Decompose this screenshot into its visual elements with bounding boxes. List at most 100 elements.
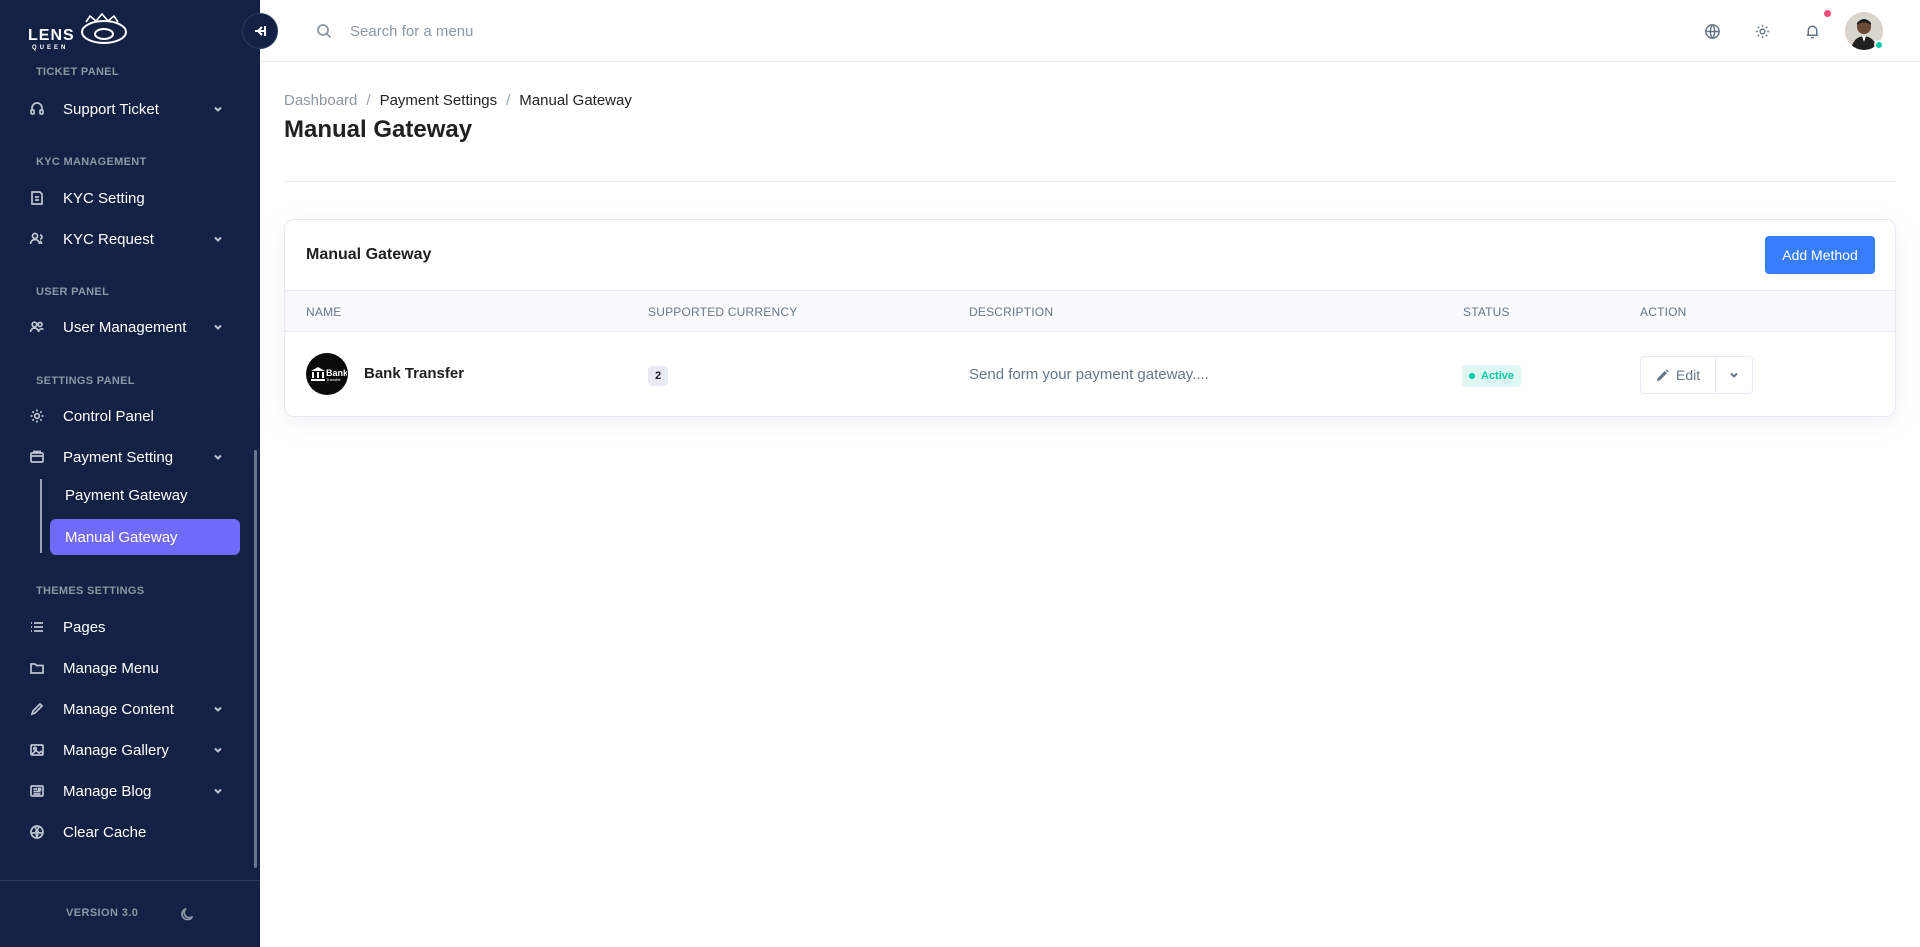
sidebar-item-manage-gallery[interactable]: Manage Gallery bbox=[28, 735, 228, 765]
notification-dot bbox=[1824, 10, 1831, 17]
sidebar-item-manage-content[interactable]: Manage Content bbox=[28, 694, 228, 724]
sidebar-item-label: Manage Menu bbox=[63, 659, 159, 677]
sidebar-item-manage-menu[interactable]: Manage Menu bbox=[28, 653, 228, 683]
headset-icon bbox=[28, 100, 46, 118]
sidebar-item-label: Clear Cache bbox=[63, 823, 147, 841]
method-description: Send form your payment gateway.... bbox=[969, 366, 1209, 383]
table-row: Bank Transfer Bank Transfer 2 Send form … bbox=[285, 332, 1895, 416]
edit-button-label: Edit bbox=[1676, 367, 1701, 383]
column-header-name: NAME bbox=[306, 305, 342, 319]
action-button-group: Edit bbox=[1640, 356, 1754, 394]
newspaper-icon bbox=[28, 782, 46, 800]
breadcrumb-manual-gateway: Manual Gateway bbox=[519, 92, 632, 109]
column-header-description: DESCRIPTION bbox=[969, 305, 1054, 319]
sidebar-item-user-management[interactable]: User Management bbox=[28, 312, 228, 342]
sidebar-item-label: KYC Setting bbox=[63, 189, 145, 207]
sidebar-item-label: Manage Blog bbox=[63, 782, 152, 800]
currency-count-badge: 2 bbox=[648, 366, 668, 386]
column-header-supported-currency: SUPPORTED CURRENCY bbox=[648, 305, 798, 319]
chevron-down-icon bbox=[1730, 372, 1738, 378]
action-dropdown-toggle[interactable] bbox=[1716, 357, 1752, 393]
radiation-icon bbox=[28, 823, 46, 841]
sidebar-item-label: Control Panel bbox=[63, 407, 154, 425]
sidebar-item-pages[interactable]: Pages bbox=[28, 612, 228, 642]
breadcrumb-payment-settings[interactable]: Payment Settings bbox=[380, 92, 498, 109]
sidebar-item-kyc-setting[interactable]: KYC Setting bbox=[28, 183, 228, 213]
bank-logo-subtext: Transfer bbox=[326, 377, 341, 382]
status-label: Active bbox=[1481, 370, 1515, 382]
sidebar-item-label: Payment Setting bbox=[63, 448, 174, 466]
chevron-down-icon bbox=[212, 232, 224, 244]
sidebar-scrollbar[interactable] bbox=[254, 450, 257, 868]
wallet-icon bbox=[28, 448, 46, 466]
section-title-themes-settings: THEMES SETTINGS bbox=[36, 585, 145, 597]
svg-text:QUEEN: QUEEN bbox=[32, 45, 68, 51]
sidebar-item-payment-setting[interactable]: Payment Setting bbox=[28, 442, 228, 472]
add-method-button[interactable]: Add Method bbox=[1765, 236, 1875, 274]
method-name: Bank Transfer bbox=[364, 365, 465, 382]
pencil-icon bbox=[1656, 368, 1669, 381]
sidebar-item-kyc-request[interactable]: KYC Request bbox=[28, 224, 228, 254]
sidebar-item-label: User Management bbox=[63, 318, 187, 336]
image-icon bbox=[28, 741, 46, 759]
breadcrumb-dashboard[interactable]: Dashboard bbox=[284, 92, 357, 109]
breadcrumb-separator: / bbox=[506, 92, 511, 109]
moon-icon[interactable] bbox=[180, 906, 196, 922]
sidebar-item-control-panel[interactable]: Control Panel bbox=[28, 401, 228, 431]
list-icon bbox=[28, 618, 46, 636]
sidebar-nav: TICKET PANEL Support Ticket KYC MANAGEME… bbox=[0, 62, 260, 878]
section-title-ticket-panel: TICKET PANEL bbox=[36, 66, 119, 78]
breadcrumb: Dashboard / Payment Settings / Manual Ga… bbox=[284, 92, 632, 109]
sidebar-subitem-manual-gateway[interactable]: Manual Gateway bbox=[50, 519, 240, 555]
section-title-kyc-management: KYC MANAGEMENT bbox=[36, 156, 147, 168]
online-status-dot bbox=[1874, 40, 1884, 50]
folder-icon bbox=[28, 659, 46, 677]
chevron-down-icon bbox=[212, 102, 224, 114]
search-input[interactable] bbox=[350, 18, 650, 44]
sidebar-item-label: Pages bbox=[63, 618, 106, 636]
sidebar-item-label: Support Ticket bbox=[63, 100, 159, 118]
status-badge: Active bbox=[1462, 365, 1522, 387]
sidebar-footer: VERSION 3.0 bbox=[0, 880, 260, 947]
chevron-down-icon bbox=[212, 743, 224, 755]
users-icon bbox=[28, 230, 46, 248]
app-logo[interactable]: LENS QUEEN bbox=[26, 12, 136, 52]
submenu-line bbox=[40, 479, 42, 553]
pencil-icon bbox=[28, 700, 46, 718]
section-title-user-panel: USER PANEL bbox=[36, 286, 110, 298]
chevron-down-icon bbox=[212, 784, 224, 796]
sidebar-item-clear-cache[interactable]: Clear Cache bbox=[28, 817, 228, 847]
page-header-divider bbox=[284, 181, 1896, 182]
gear-icon[interactable] bbox=[1752, 21, 1772, 41]
sidebar-item-support-ticket[interactable]: Support Ticket bbox=[28, 94, 228, 124]
search-icon bbox=[316, 23, 332, 39]
manual-gateway-card: Manual Gateway Add Method NAME SUPPORTED… bbox=[284, 219, 1896, 417]
chevron-down-icon bbox=[212, 702, 224, 714]
section-title-settings-panel: SETTINGS PANEL bbox=[36, 375, 135, 387]
table-header: NAME SUPPORTED CURRENCY DESCRIPTION STAT… bbox=[285, 290, 1895, 332]
user-group-icon bbox=[28, 318, 46, 336]
sidebar: LENS QUEEN TICKET PANEL Support Ticket K… bbox=[0, 0, 278, 947]
page-title: Manual Gateway bbox=[284, 116, 473, 143]
edit-button[interactable]: Edit bbox=[1641, 357, 1717, 393]
gear-icon bbox=[28, 407, 46, 425]
sidebar-collapse-button[interactable] bbox=[242, 13, 278, 49]
globe-icon[interactable] bbox=[1702, 21, 1722, 41]
version-label: VERSION 3.0 bbox=[66, 907, 139, 919]
bank-transfer-logo: Bank Transfer bbox=[306, 353, 348, 395]
column-header-status: STATUS bbox=[1463, 305, 1510, 319]
bell-icon[interactable] bbox=[1802, 21, 1822, 41]
sidebar-item-manage-blog[interactable]: Manage Blog bbox=[28, 776, 228, 806]
breadcrumb-separator: / bbox=[366, 92, 371, 109]
chevron-down-icon bbox=[212, 320, 224, 332]
sidebar-item-label: Manage Content bbox=[63, 700, 174, 718]
status-dot bbox=[1469, 373, 1475, 379]
column-header-action: ACTION bbox=[1640, 305, 1687, 319]
sidebar-subitem-payment-gateway[interactable]: Payment Gateway bbox=[50, 477, 240, 513]
card-title: Manual Gateway bbox=[306, 246, 432, 263]
document-icon bbox=[28, 189, 46, 207]
sidebar-item-label: Manage Gallery bbox=[63, 741, 169, 759]
chevron-down-icon bbox=[212, 450, 224, 462]
sidebar-item-label: KYC Request bbox=[63, 230, 154, 248]
top-bar bbox=[260, 0, 1920, 62]
